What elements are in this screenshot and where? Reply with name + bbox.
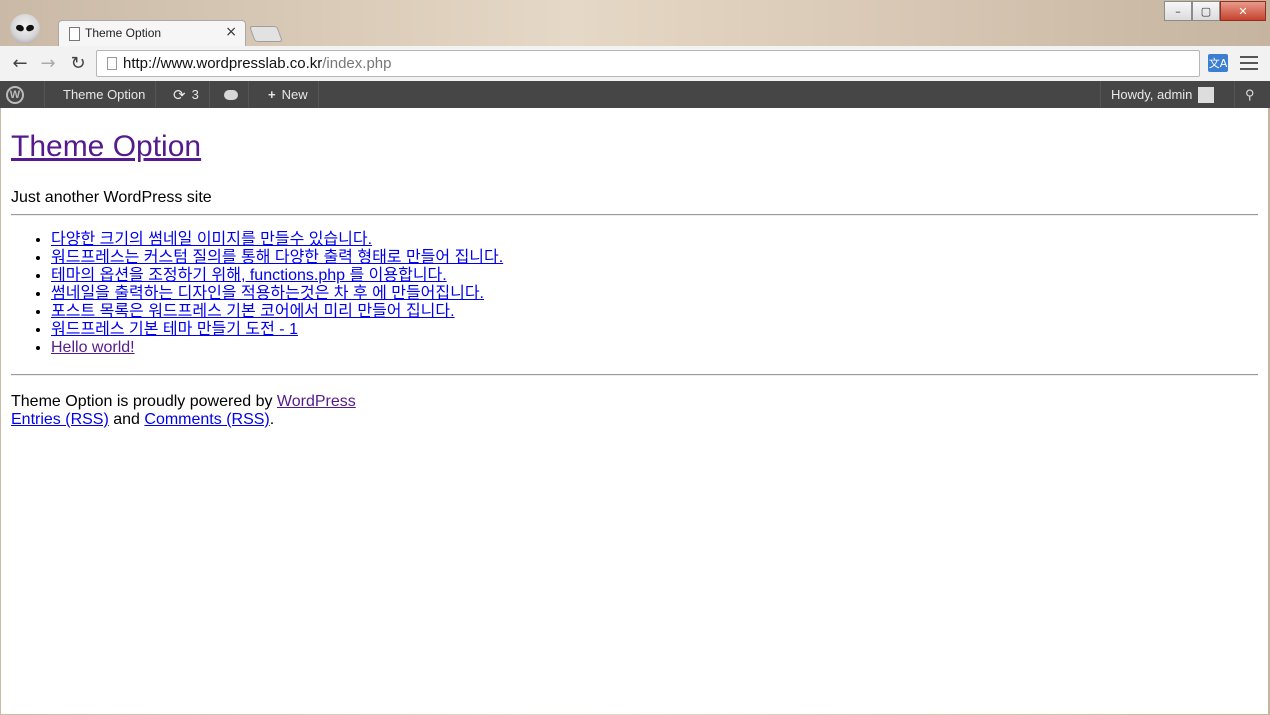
- browser-window: Theme Option × – ▢ ✕ ← → ↻ http://www.wo…: [0, 0, 1270, 715]
- entries-rss-link[interactable]: Entries (RSS): [11, 411, 109, 428]
- post-link[interactable]: 테마의 옵션을 조정하기 위해, functions.php 를 이용합니다.: [51, 267, 447, 284]
- wordpress-logo-icon: W: [6, 85, 24, 104]
- back-arrow-icon[interactable]: ←: [8, 52, 32, 74]
- powered-by-text: Theme Option is proudly powered by: [11, 393, 277, 410]
- wordpress-link[interactable]: WordPress: [277, 393, 356, 410]
- url-path: /index.php: [322, 55, 392, 72]
- browser-toolbar: ← → ↻ http://www.wordpresslab.co.kr/inde…: [0, 46, 1270, 82]
- close-window-button[interactable]: ✕: [1220, 1, 1266, 21]
- reload-icon[interactable]: ↻: [66, 52, 90, 74]
- post-link[interactable]: 워드프레스 기본 테마 만들기 도전 - 1: [51, 321, 298, 338]
- wp-admin-bar: W Theme Option ⟳ 3 + New Howdy, admin ⚲: [0, 81, 1270, 108]
- page-favicon-icon: [69, 27, 80, 41]
- page-icon: [107, 57, 117, 70]
- site-tagline: Just another WordPress site: [11, 189, 212, 206]
- page-content: Theme Option Just another WordPress site…: [1, 108, 1268, 714]
- search-menu[interactable]: ⚲: [1234, 81, 1265, 108]
- comment-bubble-icon: [224, 89, 238, 100]
- my-account-menu[interactable]: Howdy, admin: [1100, 81, 1224, 108]
- url-text[interactable]: http://www.wordpresslab.co.kr/index.php: [123, 55, 391, 72]
- window-controls: – ▢ ✕: [1164, 1, 1266, 21]
- tab-theme-option[interactable]: Theme Option ×: [58, 20, 246, 47]
- user-avatar-icon: [1198, 86, 1215, 103]
- list-item: 워드프레스는 커스텀 질의를 통해 다양한 출력 형태로 만들어 집니다.: [51, 249, 503, 267]
- post-link[interactable]: 다양한 크기의 썸네일 이미지를 만들수 있습니다.: [51, 231, 372, 248]
- menu-icon[interactable]: [1240, 54, 1258, 72]
- site-title-link[interactable]: Theme Option: [11, 130, 201, 164]
- post-list: 다양한 크기의 썸네일 이미지를 만들수 있습니다. 워드프레스는 커스텀 질의…: [11, 231, 503, 357]
- minimize-button[interactable]: –: [1164, 1, 1192, 21]
- list-item: 테마의 옵션을 조정하기 위해, functions.php 를 이용합니다.: [51, 267, 503, 285]
- post-link[interactable]: Hello world!: [51, 339, 135, 356]
- list-item: 워드프레스 기본 테마 만들기 도전 - 1: [51, 321, 503, 339]
- address-bar[interactable]: http://www.wordpresslab.co.kr/index.php: [96, 50, 1200, 77]
- plus-icon: +: [268, 87, 276, 102]
- list-item: 썸네일을 출력하는 디자인을 적용하는것은 차 후 에 만들어집니다.: [51, 285, 503, 303]
- translate-icon[interactable]: 文A: [1208, 54, 1228, 72]
- site-name-label: Theme Option: [63, 87, 146, 102]
- forward-arrow-icon[interactable]: →: [36, 52, 60, 74]
- and-text: and: [108, 411, 145, 428]
- updates-menu[interactable]: ⟳ 3: [163, 81, 210, 108]
- site-name-menu[interactable]: Theme Option: [53, 81, 157, 108]
- new-label: New: [281, 87, 308, 102]
- maximize-button[interactable]: ▢: [1192, 1, 1220, 21]
- list-item: 포스트 목록은 워드프레스 기본 코어에서 미리 만들어 집니다.: [51, 303, 503, 321]
- search-icon: ⚲: [1245, 86, 1255, 102]
- new-content-menu[interactable]: + New: [258, 81, 319, 108]
- list-item: Hello world!: [51, 339, 503, 357]
- post-link[interactable]: 포스트 목록은 워드프레스 기본 코어에서 미리 만들어 집니다.: [51, 303, 455, 320]
- wp-logo-menu[interactable]: W: [0, 81, 45, 108]
- divider: [11, 214, 1258, 216]
- site-footer: Theme Option is proudly powered by WordP…: [11, 393, 356, 429]
- updates-icon: ⟳: [173, 86, 186, 104]
- url-host: http://www.wordpresslab.co.kr: [123, 55, 323, 72]
- comments-menu[interactable]: [214, 81, 249, 108]
- comments-rss-link[interactable]: Comments (RSS): [144, 411, 269, 428]
- howdy-label: Howdy, admin: [1111, 87, 1193, 102]
- end-period: .: [269, 411, 275, 428]
- tab-title: Theme Option: [85, 26, 162, 40]
- tab-close-button[interactable]: ×: [225, 24, 237, 40]
- post-link[interactable]: 워드프레스는 커스텀 질의를 통해 다양한 출력 형태로 만들어 집니다.: [51, 249, 503, 266]
- title-bar: Theme Option × – ▢ ✕: [0, 0, 1270, 47]
- post-link[interactable]: 썸네일을 출력하는 디자인을 적용하는것은 차 후 에 만들어집니다.: [51, 285, 484, 302]
- profile-avatar-icon[interactable]: [10, 14, 40, 44]
- list-item: 다양한 크기의 썸네일 이미지를 만들수 있습니다.: [51, 231, 503, 249]
- updates-count: 3: [191, 87, 199, 102]
- divider: [11, 374, 1258, 376]
- new-tab-button[interactable]: [249, 26, 283, 42]
